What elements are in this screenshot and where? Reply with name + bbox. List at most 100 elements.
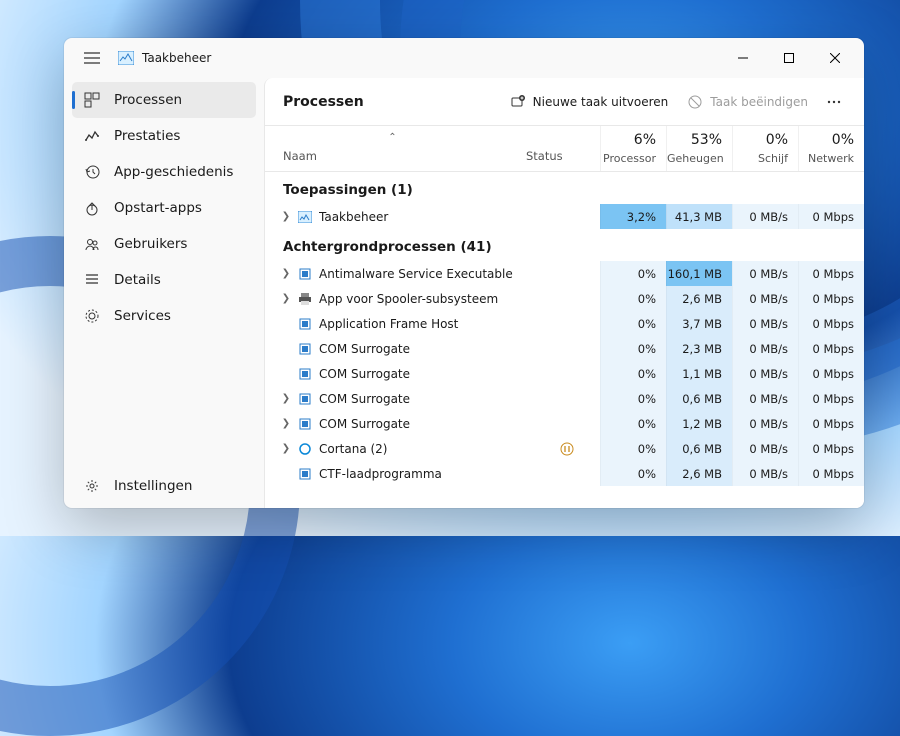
cpu-percent: 6% xyxy=(601,132,656,148)
process-row[interactable]: ❯COM Surrogate0%1,1 MB0 MB/s0 Mbps xyxy=(265,361,864,386)
process-name: COM Surrogate xyxy=(319,392,520,406)
disk-cell: 0 MB/s xyxy=(732,361,798,386)
window-controls xyxy=(720,38,858,78)
net-label: Netwerk xyxy=(799,152,854,165)
sidebar-item-label: Processen xyxy=(114,92,182,108)
sort-indicator-icon: ⌃ xyxy=(388,132,396,143)
end-task-label: Taak beëindigen xyxy=(710,95,808,109)
column-cpu[interactable]: 6% Processor xyxy=(600,126,666,171)
services-icon xyxy=(84,308,100,324)
minimize-button[interactable] xyxy=(720,38,766,78)
sidebar-item-prestaties[interactable]: Prestaties xyxy=(72,118,256,154)
column-name[interactable]: ⌃ Naam xyxy=(265,126,520,171)
process-icon xyxy=(297,466,313,482)
net-cell: 0 Mbps xyxy=(798,411,864,436)
column-status[interactable]: Status xyxy=(520,126,600,171)
settings-icon xyxy=(84,478,100,494)
sidebar-item-processen[interactable]: Processen xyxy=(72,82,256,118)
net-cell: 0 Mbps xyxy=(798,336,864,361)
mem-cell: 2,6 MB xyxy=(666,461,732,486)
column-disk[interactable]: 0% Schijf xyxy=(732,126,798,171)
process-icon xyxy=(297,209,313,225)
process-row[interactable]: ❯Taakbeheer3,2%41,3 MB0 MB/s0 Mbps xyxy=(265,204,864,229)
sidebar-item-settings[interactable]: Instellingen xyxy=(72,468,256,504)
processes-icon xyxy=(84,92,100,108)
more-button[interactable] xyxy=(818,86,850,118)
process-icon xyxy=(297,366,313,382)
process-row[interactable]: ❯App voor Spooler-subsysteem0%2,6 MB0 MB… xyxy=(265,286,864,311)
process-icon xyxy=(297,316,313,332)
sidebar-item-label: Instellingen xyxy=(114,478,192,494)
net-cell: 0 Mbps xyxy=(798,311,864,336)
mem-cell: 0,6 MB xyxy=(666,386,732,411)
expand-icon[interactable]: ❯ xyxy=(279,418,293,429)
process-icon xyxy=(297,341,313,357)
column-net[interactable]: 0% Netwerk xyxy=(798,126,864,171)
startup-icon xyxy=(84,200,100,216)
process-row[interactable]: ❯Antimalware Service Executable0%160,1 M… xyxy=(265,261,864,286)
mem-percent: 53% xyxy=(667,132,722,148)
close-button[interactable] xyxy=(812,38,858,78)
sidebar-item-details[interactable]: Details xyxy=(72,262,256,298)
process-icon xyxy=(297,441,313,457)
disk-cell: 0 MB/s xyxy=(732,286,798,311)
history-icon xyxy=(84,164,100,180)
net-cell: 0 Mbps xyxy=(798,286,864,311)
process-icon xyxy=(297,266,313,282)
grid-header: ⌃ Naam Status 6% Processor 53% Geheugen xyxy=(265,126,864,172)
mem-cell: 160,1 MB xyxy=(666,261,732,286)
mem-cell: 41,3 MB xyxy=(666,204,732,229)
process-row[interactable]: ❯COM Surrogate0%2,3 MB0 MB/s0 Mbps xyxy=(265,336,864,361)
disk-label: Schijf xyxy=(733,152,788,165)
sidebar-item-opstart-apps[interactable]: Opstart-apps xyxy=(72,190,256,226)
cpu-cell: 0% xyxy=(600,261,666,286)
disk-cell: 0 MB/s xyxy=(732,411,798,436)
toolbar: Processen Nieuwe taak uitvoeren Taak beë… xyxy=(265,78,864,126)
cpu-cell: 0% xyxy=(600,386,666,411)
hamburger-button[interactable] xyxy=(78,44,106,72)
grid-body[interactable]: Toepassingen (1)❯Taakbeheer3,2%41,3 MB0 … xyxy=(265,172,864,508)
expand-icon[interactable]: ❯ xyxy=(279,393,293,404)
expand-icon[interactable]: ❯ xyxy=(279,268,293,279)
column-mem[interactable]: 53% Geheugen xyxy=(666,126,732,171)
mem-cell: 1,2 MB xyxy=(666,411,732,436)
process-row[interactable]: ❯COM Surrogate0%0,6 MB0 MB/s0 Mbps xyxy=(265,386,864,411)
new-task-icon xyxy=(511,95,525,109)
column-status-label: Status xyxy=(526,149,563,163)
disk-percent: 0% xyxy=(733,132,788,148)
mem-cell: 1,1 MB xyxy=(666,361,732,386)
process-icon xyxy=(297,291,313,307)
mem-cell: 2,6 MB xyxy=(666,286,732,311)
process-row[interactable]: ❯Application Frame Host0%3,7 MB0 MB/s0 M… xyxy=(265,311,864,336)
process-row[interactable]: ❯Cortana (2)0%0,6 MB0 MB/s0 Mbps xyxy=(265,436,864,461)
cpu-cell: 0% xyxy=(600,286,666,311)
details-icon xyxy=(84,272,100,288)
new-task-button[interactable]: Nieuwe taak uitvoeren xyxy=(501,86,679,118)
expand-icon[interactable]: ❯ xyxy=(279,443,293,454)
net-cell: 0 Mbps xyxy=(798,361,864,386)
close-icon xyxy=(830,53,840,63)
disk-cell: 0 MB/s xyxy=(732,311,798,336)
sidebar-item-app-geschiedenis[interactable]: App-geschiedenis xyxy=(72,154,256,190)
disk-cell: 0 MB/s xyxy=(732,204,798,229)
cpu-cell: 0% xyxy=(600,411,666,436)
sidebar-item-label: Gebruikers xyxy=(114,236,187,252)
process-name: COM Surrogate xyxy=(319,367,520,381)
process-row[interactable]: ❯CTF-laadprogramma0%2,6 MB0 MB/s0 Mbps xyxy=(265,461,864,486)
status-cell xyxy=(520,442,600,456)
process-row[interactable]: ❯COM Surrogate0%1,2 MB0 MB/s0 Mbps xyxy=(265,411,864,436)
paused-icon xyxy=(560,442,574,456)
disk-cell: 0 MB/s xyxy=(732,261,798,286)
main-panel: Processen Nieuwe taak uitvoeren Taak beë… xyxy=(264,78,864,508)
expand-icon[interactable]: ❯ xyxy=(279,211,293,222)
process-name: Application Frame Host xyxy=(319,317,520,331)
cpu-cell: 0% xyxy=(600,311,666,336)
sidebar-item-gebruikers[interactable]: Gebruikers xyxy=(72,226,256,262)
process-name: Cortana (2) xyxy=(319,442,520,456)
expand-icon[interactable]: ❯ xyxy=(279,293,293,304)
sidebar-item-services[interactable]: Services xyxy=(72,298,256,334)
cpu-label: Processor xyxy=(601,152,656,165)
net-cell: 0 Mbps xyxy=(798,436,864,461)
cpu-cell: 3,2% xyxy=(600,204,666,229)
maximize-button[interactable] xyxy=(766,38,812,78)
